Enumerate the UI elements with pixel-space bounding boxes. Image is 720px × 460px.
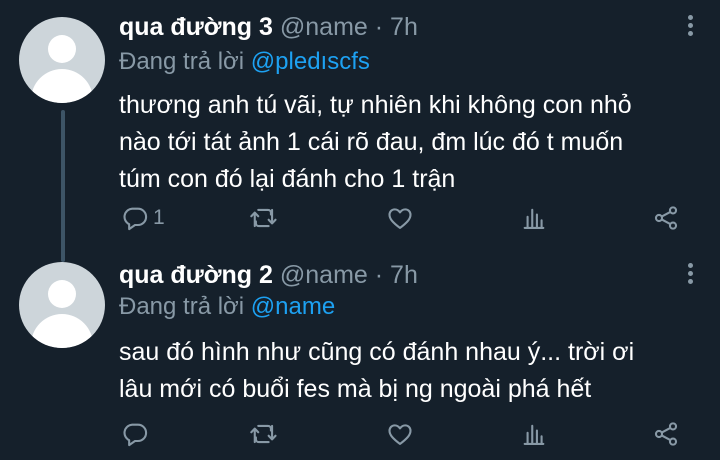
replying-to-mention[interactable]: @pledıscfs	[251, 48, 370, 75]
reply-icon	[123, 207, 148, 231]
reply-button[interactable]	[121, 419, 153, 449]
retweet-icon	[250, 424, 277, 444]
tweet-text-line: nào tới tát ảnh 1 cái rõ đau, đm lúc đó …	[119, 128, 624, 156]
reply-button[interactable]: 1	[121, 203, 165, 233]
tweet-time[interactable]: 7h	[390, 261, 418, 289]
like-button[interactable]	[386, 419, 414, 449]
tweet-card[interactable]: qua đường 2 @name · 7h Đang trả lời @nam…	[0, 250, 720, 460]
tweet-text-line: thương anh tú vãi, tự nhiên khi không co…	[119, 91, 632, 119]
tweet-actions: 1	[0, 203, 720, 233]
tweet-text-line: túm con đó lại đánh cho 1 trận	[119, 165, 456, 193]
retweet-button[interactable]	[249, 203, 279, 233]
analytics-button[interactable]	[520, 419, 548, 449]
tweet-text-line: lâu mới có buổi fes mà bị ng ngoài phá h…	[119, 375, 592, 403]
analytics-icon	[523, 208, 545, 229]
avatar-body-shape	[31, 314, 93, 348]
analytics-button[interactable]	[520, 203, 548, 233]
tweet-actions	[0, 419, 720, 449]
tweet-text: thương anh tú vãi, tự nhiên khi không co…	[119, 87, 689, 198]
avatar-head-shape	[48, 280, 76, 308]
replying-to-mention[interactable]: @name	[251, 293, 335, 320]
avatar-head-shape	[48, 35, 76, 63]
share-button[interactable]	[652, 203, 680, 233]
author-name[interactable]: qua đường 2	[119, 261, 273, 289]
share-icon	[654, 206, 678, 230]
replying-to-label: Đang trả lời	[119, 293, 251, 320]
avatar[interactable]	[19, 17, 105, 103]
more-vertical-icon[interactable]	[686, 15, 694, 41]
analytics-icon	[523, 424, 545, 445]
author-handle[interactable]: @name	[280, 261, 368, 289]
tweet-text: sau đó hình như cũng có đánh nhau ý... t…	[119, 334, 689, 408]
heart-icon	[388, 424, 412, 445]
tweet-time[interactable]: 7h	[390, 13, 418, 41]
tweet-text-line: sau đó hình như cũng có đánh nhau ý... t…	[119, 338, 635, 366]
more-vertical-icon[interactable]	[686, 263, 694, 289]
replying-to: Đang trả lời @pledıscfs	[119, 47, 370, 77]
avatar[interactable]	[19, 262, 105, 348]
avatar-body-shape	[31, 69, 93, 103]
header-separator: ·	[374, 261, 384, 289]
tweet-header: qua đường 2 @name · 7h	[119, 260, 418, 290]
author-handle[interactable]: @name	[280, 13, 368, 41]
thread-screen: qua đường 3 @name · 7h Đang trả lời @ple…	[0, 0, 720, 460]
header-separator: ·	[374, 13, 384, 41]
replying-to-label: Đang trả lời	[119, 48, 251, 75]
reply-icon	[123, 423, 148, 447]
retweet-button[interactable]	[249, 419, 279, 449]
heart-icon	[388, 208, 412, 229]
share-icon	[654, 422, 678, 446]
retweet-icon	[250, 208, 277, 228]
share-button[interactable]	[652, 419, 680, 449]
reply-count: 1	[153, 206, 165, 229]
author-name[interactable]: qua đường 3	[119, 13, 273, 41]
tweet-header: qua đường 3 @name · 7h	[119, 12, 418, 42]
replying-to: Đang trả lời @name	[119, 292, 335, 322]
like-button[interactable]	[386, 203, 414, 233]
tweet-card[interactable]: qua đường 3 @name · 7h Đang trả lời @ple…	[0, 0, 720, 250]
